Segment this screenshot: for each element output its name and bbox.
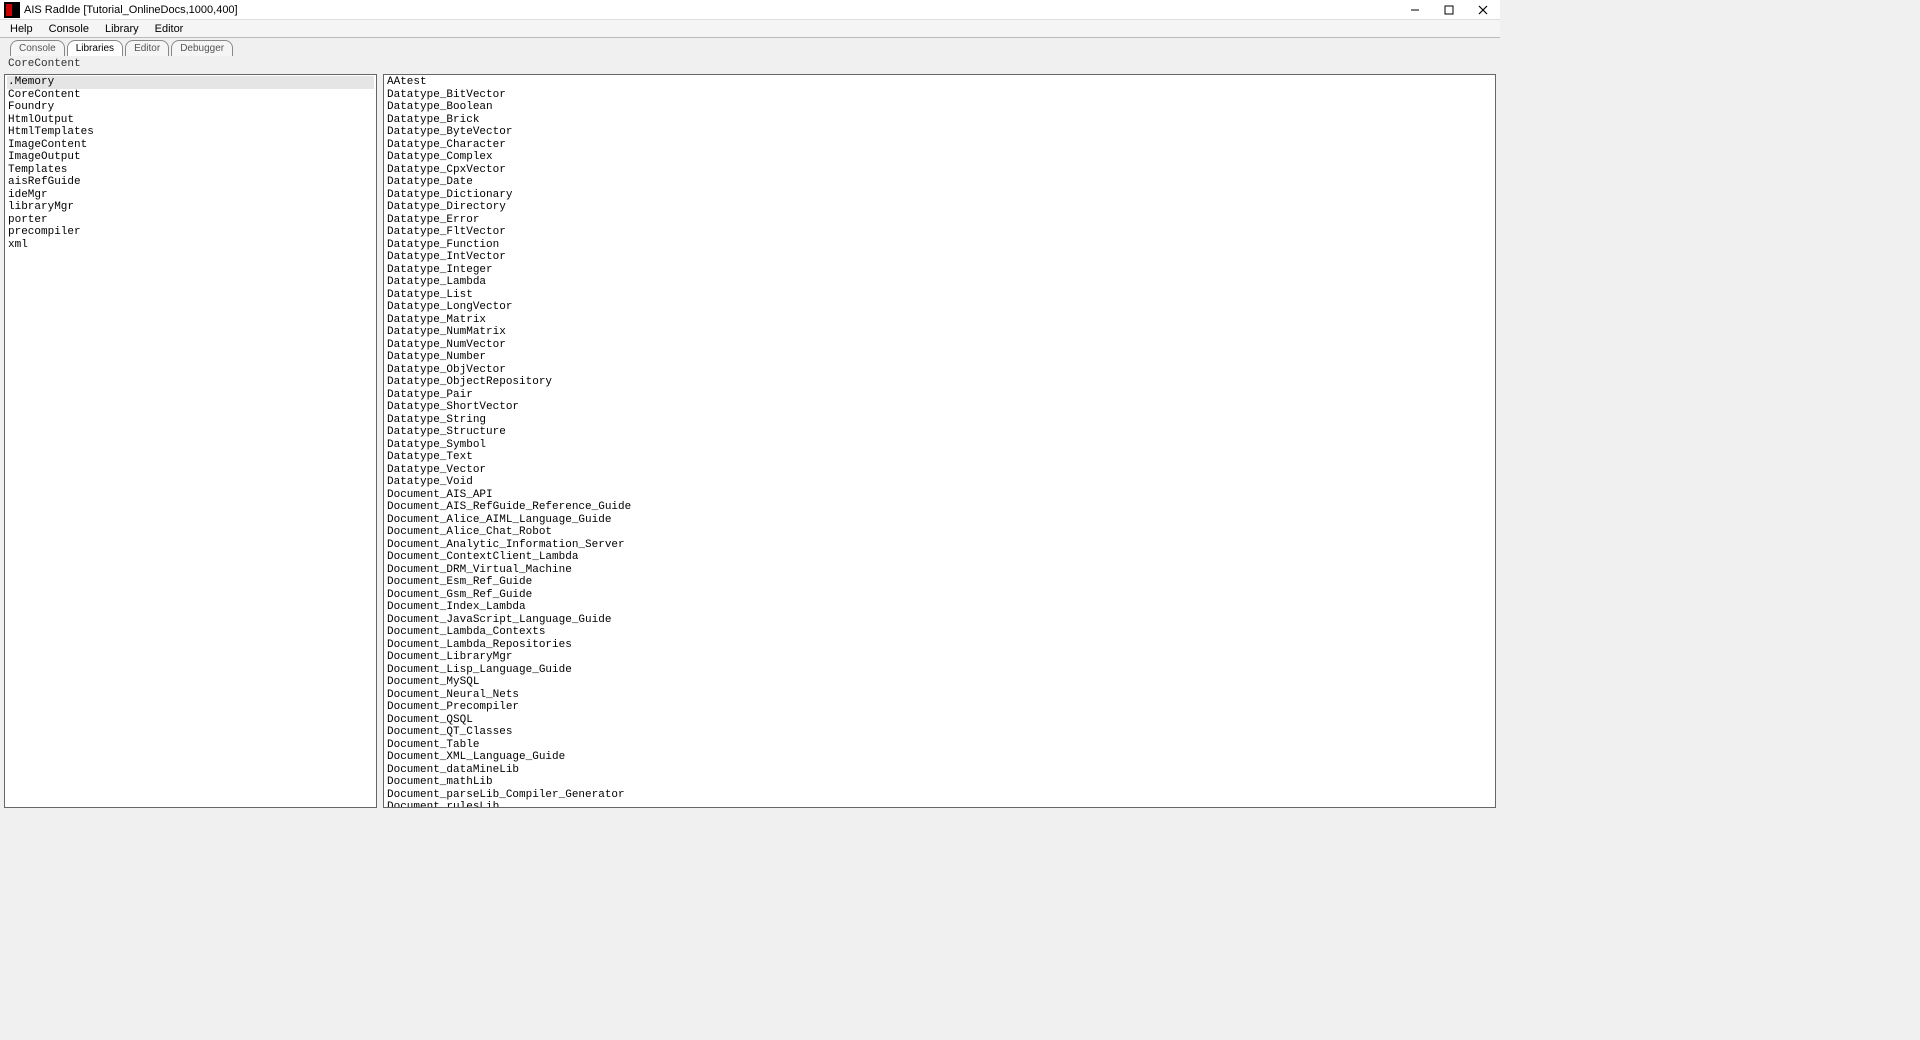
maximize-button[interactable]: [1432, 0, 1466, 20]
right-list-item[interactable]: Datatype_ByteVector: [386, 126, 1493, 139]
right-list-item[interactable]: Datatype_Function: [386, 239, 1493, 252]
menubar: Help Console Library Editor: [0, 20, 1500, 38]
right-list-item[interactable]: Datatype_Date: [386, 176, 1493, 189]
right-list-item[interactable]: Datatype_Brick: [386, 114, 1493, 127]
right-list-item[interactable]: Document_parseLib_Compiler_Generator: [386, 789, 1493, 802]
minimize-button[interactable]: [1398, 0, 1432, 20]
right-list-item[interactable]: Datatype_Dictionary: [386, 189, 1493, 202]
right-list-item[interactable]: Datatype_CpxVector: [386, 164, 1493, 177]
right-list-item[interactable]: Document_mathLib: [386, 776, 1493, 789]
window-title: AIS RadIde [Tutorial_OnlineDocs,1000,400…: [24, 4, 238, 16]
right-list-item[interactable]: Datatype_Lambda: [386, 276, 1493, 289]
right-list-item[interactable]: Datatype_Integer: [386, 264, 1493, 277]
left-list-item[interactable]: ideMgr: [7, 189, 374, 202]
right-list-item[interactable]: Datatype_Structure: [386, 426, 1493, 439]
right-list-item[interactable]: Datatype_NumVector: [386, 339, 1493, 352]
app-icon: [4, 2, 20, 18]
right-list-item[interactable]: Datatype_FltVector: [386, 226, 1493, 239]
right-list-item[interactable]: Document_Lambda_Repositories: [386, 639, 1493, 652]
right-list-item[interactable]: Datatype_Error: [386, 214, 1493, 227]
right-list-item[interactable]: Document_Neural_Nets: [386, 689, 1493, 702]
right-list-item[interactable]: Datatype_String: [386, 414, 1493, 427]
right-list-item[interactable]: Datatype_Directory: [386, 201, 1493, 214]
client-area: Console Libraries Editor Debugger CoreCo…: [0, 38, 1500, 812]
right-list-item[interactable]: Datatype_Boolean: [386, 101, 1493, 114]
titlebar: AIS RadIde [Tutorial_OnlineDocs,1000,400…: [0, 0, 1500, 20]
tab-debugger[interactable]: Debugger: [171, 40, 233, 56]
tab-console[interactable]: Console: [10, 40, 65, 56]
left-list-item[interactable]: HtmlTemplates: [7, 126, 374, 139]
right-list-item[interactable]: Datatype_ShortVector: [386, 401, 1493, 414]
right-list-item[interactable]: Document_Precompiler: [386, 701, 1493, 714]
left-list-item[interactable]: Foundry: [7, 101, 374, 114]
right-list-item[interactable]: Datatype_LongVector: [386, 301, 1493, 314]
right-list-item[interactable]: Datatype_IntVector: [386, 251, 1493, 264]
right-list-item[interactable]: Document_ContextClient_Lambda: [386, 551, 1493, 564]
left-list-item[interactable]: ImageOutput: [7, 151, 374, 164]
right-list-item[interactable]: Datatype_Void: [386, 476, 1493, 489]
right-list-item[interactable]: Document_rulesLib: [386, 801, 1493, 808]
right-list-item[interactable]: Datatype_Pair: [386, 389, 1493, 402]
right-list-item[interactable]: Document_AIS_API: [386, 489, 1493, 502]
breadcrumb: CoreContent: [4, 56, 1496, 74]
left-list-item[interactable]: ImageContent: [7, 139, 374, 152]
right-list-item[interactable]: Document_Alice_Chat_Robot: [386, 526, 1493, 539]
close-button[interactable]: [1466, 0, 1500, 20]
right-list-item[interactable]: Datatype_NumMatrix: [386, 326, 1493, 339]
right-list-item[interactable]: Document_Index_Lambda: [386, 601, 1493, 614]
menu-help[interactable]: Help: [2, 23, 41, 35]
right-list-item[interactable]: Document_MySQL: [386, 676, 1493, 689]
right-list-item[interactable]: Datatype_Number: [386, 351, 1493, 364]
right-list-item[interactable]: Datatype_List: [386, 289, 1493, 302]
panes: .MemoryCoreContentFoundryHtmlOutputHtmlT…: [4, 74, 1496, 808]
right-list-item[interactable]: Datatype_Complex: [386, 151, 1493, 164]
menu-console[interactable]: Console: [41, 23, 97, 35]
right-list-item[interactable]: Datatype_Matrix: [386, 314, 1493, 327]
left-list-item[interactable]: Templates: [7, 164, 374, 177]
left-list-item[interactable]: porter: [7, 214, 374, 227]
right-list-item[interactable]: Document_Table: [386, 739, 1493, 752]
menu-library[interactable]: Library: [97, 23, 147, 35]
tab-row: Console Libraries Editor Debugger: [4, 38, 1496, 56]
right-list-item[interactable]: Document_Esm_Ref_Guide: [386, 576, 1493, 589]
left-list-item[interactable]: .Memory: [7, 76, 374, 89]
tab-libraries[interactable]: Libraries: [67, 40, 123, 56]
right-list-item[interactable]: Document_Gsm_Ref_Guide: [386, 589, 1493, 602]
right-list-item[interactable]: Document_QSQL: [386, 714, 1493, 727]
right-list-item[interactable]: Document_JavaScript_Language_Guide: [386, 614, 1493, 627]
left-list-item[interactable]: xml: [7, 239, 374, 252]
right-list-item[interactable]: Datatype_ObjVector: [386, 364, 1493, 377]
right-list-item[interactable]: Datatype_Character: [386, 139, 1493, 152]
right-list-item[interactable]: Datatype_Symbol: [386, 439, 1493, 452]
right-list-item[interactable]: Datatype_Text: [386, 451, 1493, 464]
right-list-item[interactable]: Datatype_ObjectRepository: [386, 376, 1493, 389]
right-list-item[interactable]: Document_dataMineLib: [386, 764, 1493, 777]
right-list-item[interactable]: Document_LibraryMgr: [386, 651, 1493, 664]
right-pane[interactable]: AAtestDatatype_BitVectorDatatype_Boolean…: [383, 74, 1496, 808]
menu-editor[interactable]: Editor: [147, 23, 192, 35]
tab-editor[interactable]: Editor: [125, 40, 169, 56]
right-list-item[interactable]: Document_Lambda_Contexts: [386, 626, 1493, 639]
right-list-item[interactable]: Datatype_BitVector: [386, 89, 1493, 102]
right-list-item[interactable]: Document_XML_Language_Guide: [386, 751, 1493, 764]
left-list-item[interactable]: precompiler: [7, 226, 374, 239]
right-list-item[interactable]: Document_AIS_RefGuide_Reference_Guide: [386, 501, 1493, 514]
right-list-item[interactable]: Document_QT_Classes: [386, 726, 1493, 739]
left-list-item[interactable]: aisRefGuide: [7, 176, 374, 189]
right-list-item[interactable]: Document_Lisp_Language_Guide: [386, 664, 1493, 677]
right-list-item[interactable]: AAtest: [386, 76, 1493, 89]
left-pane[interactable]: .MemoryCoreContentFoundryHtmlOutputHtmlT…: [4, 74, 377, 808]
right-list-item[interactable]: Datatype_Vector: [386, 464, 1493, 477]
right-list-item[interactable]: Document_Alice_AIML_Language_Guide: [386, 514, 1493, 527]
right-list-item[interactable]: Document_DRM_Virtual_Machine: [386, 564, 1493, 577]
left-list-item[interactable]: HtmlOutput: [7, 114, 374, 127]
left-list-item[interactable]: libraryMgr: [7, 201, 374, 214]
window-controls: [1398, 0, 1500, 20]
right-list-item[interactable]: Document_Analytic_Information_Server: [386, 539, 1493, 552]
left-list-item[interactable]: CoreContent: [7, 89, 374, 102]
